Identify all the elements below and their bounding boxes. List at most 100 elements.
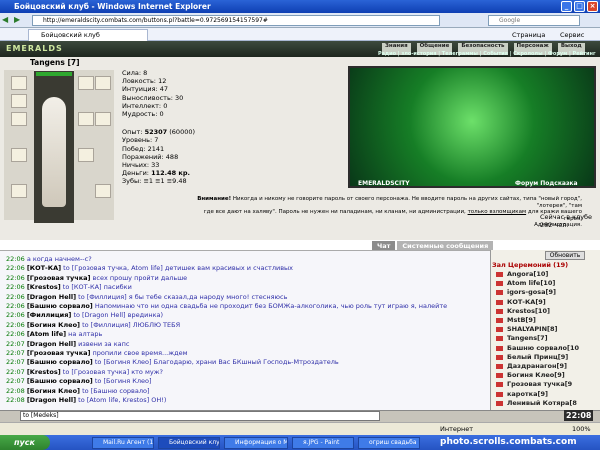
task-paint[interactable]: я.JPG - Paint	[292, 437, 354, 449]
ring-slot[interactable]	[95, 76, 111, 90]
chat-message: 22:06 [КОТ-КА] to [Грозовая тучка, Atom …	[6, 264, 293, 272]
chat-message: 22:06 [Dragon Hell] to [Филлиция] я бы т…	[6, 293, 287, 301]
chat-message: 22:06 [Богиня Клео] to [Филлиция] ЛЮБЛЮ …	[6, 321, 180, 329]
ie-command-bar: Страница Сервис	[440, 29, 600, 41]
bracer-slot[interactable]	[78, 112, 94, 126]
helmet-slot[interactable]	[11, 76, 27, 90]
message-time: 22:08	[6, 386, 25, 395]
shield-slot[interactable]	[78, 148, 94, 162]
weapon-slot[interactable]	[11, 112, 27, 126]
clan-flag-icon	[496, 354, 503, 360]
browser-tab[interactable]: Бойцовский клуб	[28, 29, 148, 41]
tools-menu[interactable]: Сервис	[560, 29, 584, 41]
user-list-item[interactable]: Krestos[10]	[507, 307, 550, 315]
message-time: 22:06	[6, 311, 25, 320]
user-list-item[interactable]: КОТ-КА[9]	[507, 298, 546, 306]
refresh-button[interactable]: Обновить	[545, 251, 585, 260]
clan-flag-icon	[496, 364, 503, 369]
message-text: to [Грозовая тучка, Atom life] детишек в…	[63, 264, 294, 273]
boots-slot[interactable]	[95, 184, 111, 198]
window-titlebar: Бойцовский клуб - Windows Internet Explo…	[0, 0, 600, 13]
task-info[interactable]: Информация о М...	[224, 437, 288, 449]
message-text: to [Грозовая тучка] кто муж?	[62, 367, 164, 376]
clan-flag-icon	[496, 391, 503, 397]
chat-message: 22:06 [Atom life] на алтарь	[6, 330, 102, 338]
earring-slot[interactable]	[78, 76, 94, 90]
message-author[interactable]: [Богиня Клео]	[27, 321, 80, 329]
equipment-left	[4, 70, 34, 220]
stat-wins: Побед: 2141	[122, 144, 165, 153]
stat-agility: Ловкость: 12	[122, 77, 167, 86]
start-button[interactable]: пуск	[0, 435, 50, 450]
scene-links[interactable]: Форум Подсказка	[515, 180, 578, 187]
message-author[interactable]: [Башню сорвало]	[27, 377, 93, 385]
message-author[interactable]: [КОТ-КА]	[27, 264, 61, 272]
task-combats[interactable]: Бойцовский клуб ...	[158, 437, 220, 449]
user-list-item[interactable]: SHALYAPIN[8]	[507, 325, 557, 333]
page-menu[interactable]: Страница	[512, 29, 545, 41]
room-header: Зал Церемоний (19)	[492, 261, 569, 269]
message-author[interactable]: [Atom life]	[27, 330, 66, 338]
message-author[interactable]: [Dragon Hell]	[27, 396, 76, 404]
necklace-slot[interactable]	[11, 94, 27, 108]
message-text: извени за капс	[78, 339, 130, 348]
message-author[interactable]: [Грозовая тучка]	[27, 274, 91, 282]
message-author[interactable]: [Башню сорвало]	[27, 358, 93, 366]
chat-input[interactable]: to [Medeks]	[20, 411, 380, 421]
stat-teeth: Зубы: ≡1 ≡1 ≡9.48	[122, 177, 187, 186]
message-time: 22:07	[6, 349, 25, 357]
warning-title: Внимание!	[197, 196, 232, 202]
stat-endurance: Выносливость: 30	[122, 93, 184, 102]
clan-flag-icon	[496, 281, 503, 287]
message-author[interactable]: [Krestos]	[27, 283, 61, 291]
user-list-item[interactable]: Белый Принц[9]	[507, 353, 568, 361]
armor-slot[interactable]	[11, 148, 27, 162]
user-list-item[interactable]: Angora[10]	[507, 270, 548, 278]
clan-flag-icon	[496, 308, 503, 314]
message-author[interactable]: [Krestos]	[27, 368, 61, 376]
message-text: to [Dragon Hell] врединка)	[73, 311, 164, 320]
clan-flag-icon	[496, 272, 503, 277]
belt-slot[interactable]	[11, 184, 27, 198]
stat-wisdom: Мудрость: 0	[122, 110, 164, 119]
user-list-item[interactable]: Башню сорвало[10	[507, 344, 579, 352]
user-list-item[interactable]: Atom life[10]	[507, 279, 555, 287]
task-mailru[interactable]: Mail.Ru Агент (1 ...	[92, 437, 154, 449]
message-author[interactable]: [Dragon Hell]	[27, 340, 76, 348]
url-input[interactable]: http://emeraldscity.combats.com/buttons.…	[32, 15, 440, 26]
clan-flag-icon	[496, 318, 503, 323]
user-list-item[interactable]: Ленивый Котяра[8	[507, 399, 577, 407]
user-list-item[interactable]: igors-gosa[9]	[507, 288, 556, 296]
search-input[interactable]: Google	[488, 15, 580, 26]
close-button[interactable]: ×	[587, 1, 598, 12]
message-author[interactable]: [Филлиция]	[27, 311, 72, 319]
message-author[interactable]: [Dragon Hell]	[27, 293, 76, 301]
message-time: 22:06	[6, 320, 25, 329]
message-author[interactable]: [Башню сорвало]	[27, 302, 93, 310]
password-warning: Внимание! Никогда и никому не говорите п…	[197, 196, 582, 228]
minimize-button[interactable]: _	[561, 1, 572, 12]
forward-icon[interactable]: ▶	[14, 15, 20, 24]
zoom-level[interactable]: 100%	[572, 423, 591, 435]
gloves-slot[interactable]	[95, 112, 111, 126]
character-portrait[interactable]	[34, 71, 74, 223]
zone-label: Интернет	[440, 425, 474, 433]
clan-flag-icon	[496, 373, 503, 379]
maximize-button[interactable]: □	[574, 1, 585, 12]
message-time: 22:07	[6, 367, 25, 376]
message-author[interactable]: [Богиня Клео]	[27, 387, 80, 395]
message-author[interactable]: [Грозовая тучка]	[27, 349, 91, 357]
user-list-item[interactable]: каротка[9]	[507, 390, 548, 398]
location-scene[interactable]	[348, 66, 596, 188]
back-icon[interactable]: ◀	[2, 15, 8, 24]
task-folder[interactable]: огриш свадьба	[358, 437, 420, 449]
user-list-item[interactable]: Даздранагон[9]	[507, 362, 567, 370]
user-list-item[interactable]: MstB[9]	[507, 316, 536, 324]
clan-flag-icon	[496, 327, 503, 333]
user-list-item[interactable]: Грозовая тучка[9	[507, 380, 572, 388]
user-list-item[interactable]: Tangens[7]	[507, 334, 548, 342]
message-time: 22:06	[6, 330, 25, 339]
scene-caption: EMERALDSCITY	[358, 180, 410, 187]
warning-link[interactable]: только взломщикам	[468, 209, 527, 215]
user-list-item[interactable]: Богиня Клео[9]	[507, 371, 565, 379]
